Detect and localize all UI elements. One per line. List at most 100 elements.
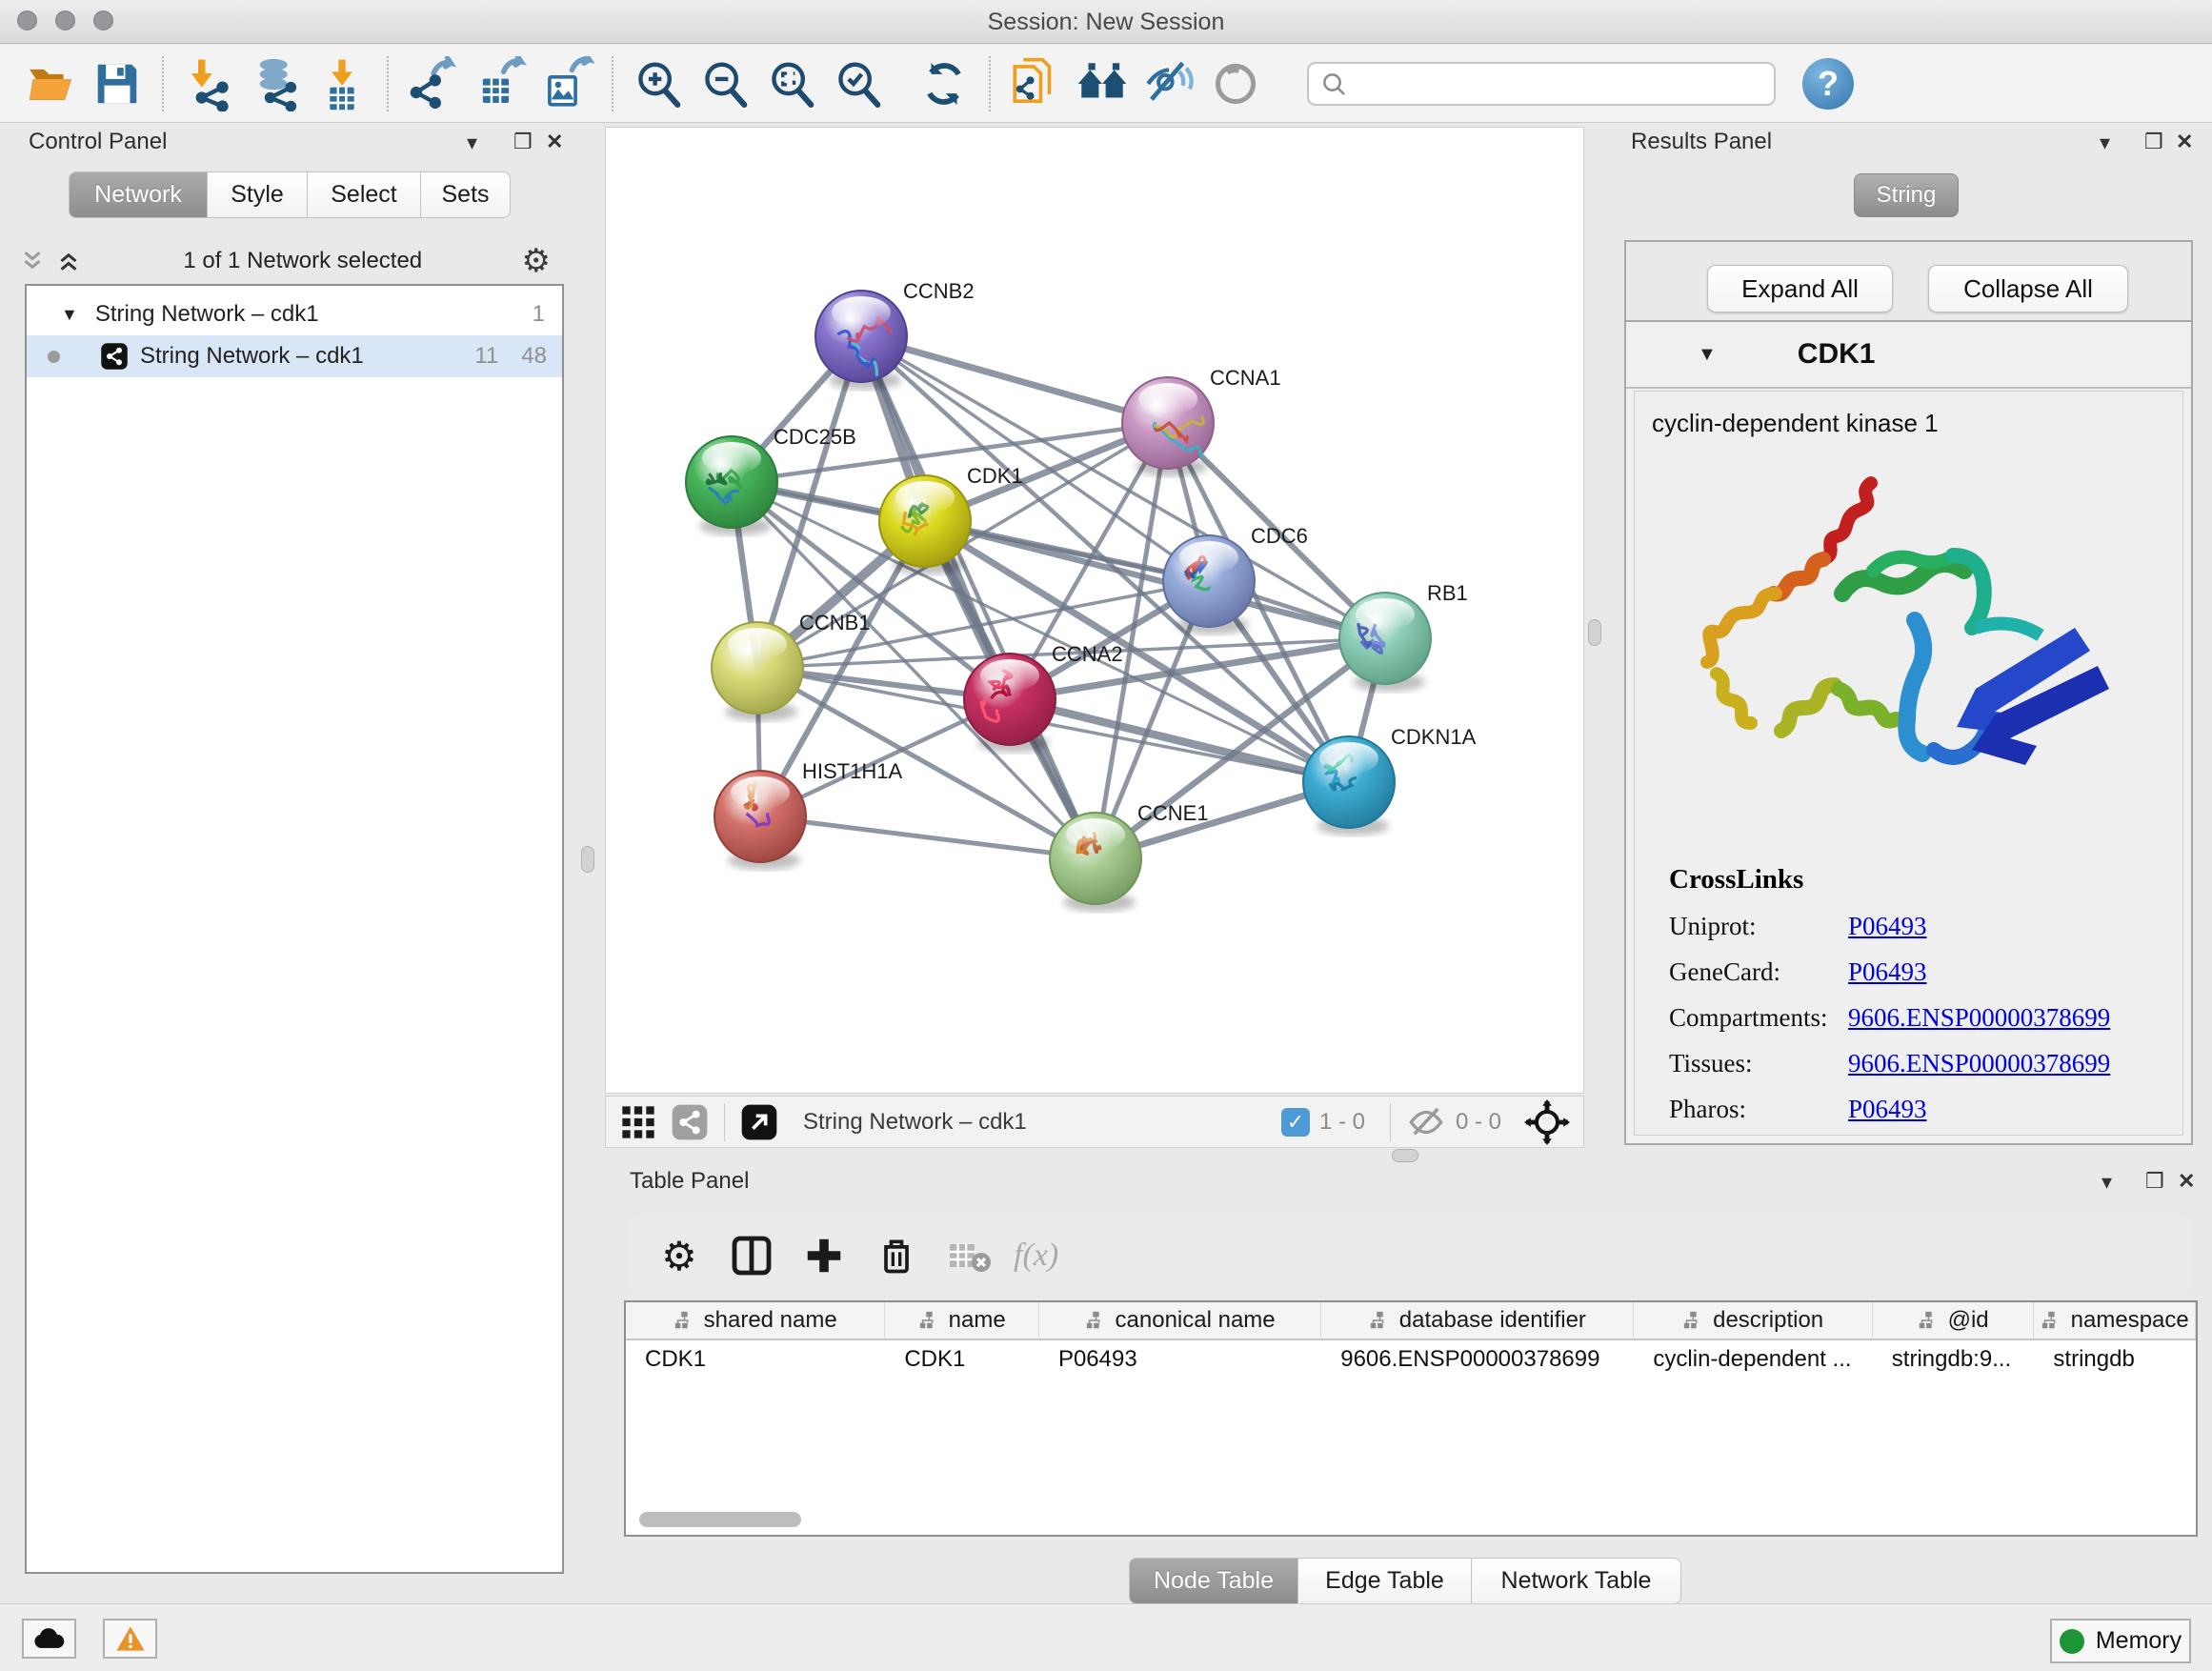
clone-network-icon[interactable] [1008,56,1063,111]
zoom-in-icon[interactable] [631,56,686,111]
import-table-icon[interactable] [314,56,370,111]
add-column-icon[interactable] [796,1230,852,1281]
results-panel-float-icon[interactable]: ❒ [2144,130,2163,154]
network-node-ccne1[interactable]: CCNE1 [1050,801,1209,912]
protein-section-header[interactable]: ▼ CDK1 [1626,322,2191,389]
horizontal-scrollbar-thumb[interactable] [639,1512,801,1527]
grid-view-icon[interactable] [619,1103,657,1141]
tab-select[interactable]: Select [307,171,421,218]
section-expand-icon[interactable]: ▼ [1698,344,1717,366]
import-network-icon[interactable] [181,56,236,111]
crosslink-link[interactable]: 9606.ENSP00000378699 [1848,1003,2110,1033]
network-collection-row[interactable]: ▼ String Network – cdk1 1 [27,293,562,335]
birdseye-crosshair-icon[interactable] [1524,1099,1570,1145]
column-header-shared-name[interactable]: shared name [626,1302,885,1339]
tab-style[interactable]: Style [207,171,308,218]
expand-all-button[interactable]: Expand All [1707,265,1893,312]
hide-panels-eye-icon[interactable] [1141,56,1196,111]
tab-network[interactable]: Network [69,171,208,218]
export-table-icon[interactable] [473,56,528,111]
column-header-description[interactable]: description [1634,1302,1872,1339]
network-selection-bar: 1 of 1 Network selected ⚙ [17,239,556,282]
table-settings-gear-icon[interactable]: ⚙ [652,1230,707,1281]
network-node-ccnb2[interactable]: CCNB2 [815,279,975,390]
node-label-cdk1: CDK1 [967,464,1023,488]
zoom-selected-icon[interactable] [831,56,886,111]
column-header-@id[interactable]: @id [1873,1302,2035,1339]
save-session-icon[interactable] [90,56,145,111]
expand-all-chevron-icon[interactable] [53,247,84,275]
export-image-icon[interactable] [539,56,594,111]
tree-expand-icon[interactable]: ▼ [61,305,78,325]
tab-sets[interactable]: Sets [420,171,511,218]
control-panel-close-icon[interactable]: ✕ [546,130,563,154]
control-panel: Control Panel ▾ ❒ ✕ NetworkStyleSelectSe… [8,127,564,1581]
tab-string[interactable]: String [1854,173,1959,217]
network-node-hist1h1a[interactable]: HIST1H1A [714,759,902,870]
network-edge-hist1h1a-ccne1[interactable] [760,816,1096,858]
crosslink-row: Compartments:9606.ENSP00000378699 [1669,1003,2110,1033]
export-network-icon[interactable] [406,56,461,111]
open-session-icon[interactable] [23,56,78,111]
results-panel-collapse-icon[interactable]: ▾ [2100,131,2110,155]
tab-node-table[interactable]: Node Table [1129,1558,1298,1604]
help-button[interactable]: ? [1802,58,1854,110]
search-input[interactable] [1307,62,1776,106]
node-label-cdc6: CDC6 [1251,524,1308,548]
network-view-canvas[interactable]: CCNB2CCNA1CDC25BCDK1CDC6RB1CCNB1CCNA2CDK… [605,127,1584,1094]
column-header-label: shared name [704,1307,837,1334]
import-network-from-database-icon[interactable] [248,56,303,111]
show-columns-icon[interactable] [724,1230,779,1281]
network-node-cdc6[interactable]: CDC6 [1163,524,1308,634]
crosslink-link[interactable]: P06493 [1848,1095,1927,1124]
column-header-namespace[interactable]: namespace [2034,1302,2196,1339]
control-panel-collapse-icon[interactable]: ▾ [467,131,477,155]
open-in-new-window-icon[interactable] [740,1103,778,1141]
graphics-details-icon[interactable] [1208,56,1263,111]
column-header-name[interactable]: name [885,1302,1039,1339]
node-label-cdkn1a: CDKN1A [1391,725,1477,749]
function-builder-icon: f(x) [1014,1238,1058,1274]
zoom-fit-icon[interactable] [764,56,819,111]
node-gloss-highlight [728,628,787,660]
network-node-cdkn1a[interactable]: CDKN1A [1303,725,1477,836]
node-gloss-highlight [1179,541,1238,574]
delete-column-trash-icon[interactable] [869,1230,924,1281]
toolbar-separator [724,1103,725,1141]
network-graph[interactable]: CCNB2CCNA1CDC25BCDK1CDC6RB1CCNB1CCNA2CDK… [606,128,1583,1093]
refresh-icon[interactable] [916,56,972,111]
table-panel-collapse-icon[interactable]: ▾ [2101,1170,2112,1195]
toolbar-separator [989,56,991,111]
control-panel-float-icon[interactable]: ❒ [513,130,533,154]
left-splitter-handle[interactable] [581,846,594,873]
gear-icon[interactable]: ⚙ [522,242,551,280]
crosslink-link[interactable]: 9606.ENSP00000378699 [1848,1049,2110,1078]
column-header-database-identifier[interactable]: database identifier [1321,1302,1634,1339]
right-splitter-handle[interactable] [1588,619,1601,646]
collapse-all-button[interactable]: Collapse All [1928,265,2128,312]
warnings-button[interactable] [103,1619,157,1659]
network-node-rb1[interactable]: RB1 [1339,581,1468,692]
network-node-cdk1[interactable]: CDK1 [879,464,1023,574]
crosslink-link[interactable]: P06493 [1848,957,1927,987]
results-panel-close-icon[interactable]: ✕ [2176,130,2193,154]
selected-checkbox-icon[interactable]: ✓ [1281,1108,1310,1137]
crosslinks-section: CrossLinks Uniprot:P06493GeneCard:P06493… [1669,864,2110,1124]
cloud-status-button[interactable] [22,1619,76,1659]
table-panel-close-icon[interactable]: ✕ [2178,1169,2195,1194]
network-row-selected[interactable]: String Network – cdk1 11 48 [27,335,562,377]
tab-network-table[interactable]: Network Table [1471,1558,1681,1604]
network-share-icon[interactable] [671,1103,709,1141]
column-header-canonical-name[interactable]: canonical name [1039,1302,1321,1339]
results-panel-title: Results Panel [1631,129,1772,155]
memory-button[interactable]: Memory [2050,1619,2191,1663]
homes-icon[interactable] [1075,56,1130,111]
tab-edge-table[interactable]: Edge Table [1297,1558,1472,1604]
table-panel-float-icon[interactable]: ❒ [2145,1169,2164,1194]
table-row[interactable]: CDK1CDK1P064939606.ENSP00000378699cyclin… [626,1340,2196,1379]
crosslink-link[interactable]: P06493 [1848,912,1927,941]
collapse-all-chevron-icon[interactable] [17,247,48,275]
zoom-out-icon[interactable] [697,56,753,111]
network-node-ccna2[interactable]: CCNA2 [964,642,1123,753]
hidden-eye-icon[interactable] [1406,1102,1446,1142]
